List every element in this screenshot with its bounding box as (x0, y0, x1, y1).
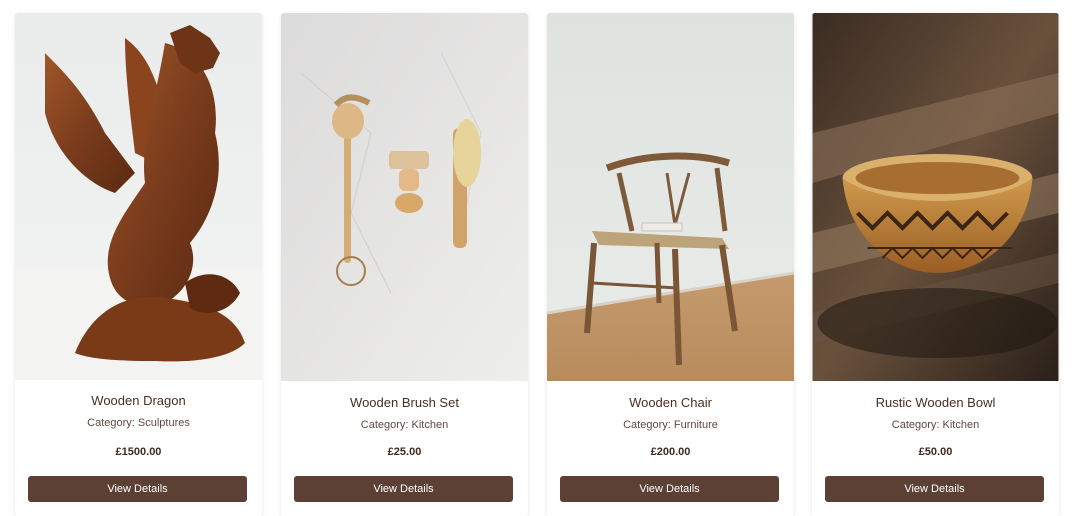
product-price: £50.00 (918, 446, 953, 458)
product-price: £200.00 (650, 446, 691, 458)
product-price: £25.00 (387, 446, 422, 458)
product-name: Wooden Chair (629, 395, 712, 410)
product-category: Category: Kitchen (360, 419, 449, 431)
product-image-wooden-brush-set[interactable] (281, 13, 528, 381)
product-image-wooden-dragon[interactable] (15, 13, 262, 380)
product-card-wooden-dragon: Wooden Dragon Category: Sculptures £1500… (15, 13, 262, 516)
view-details-button[interactable]: View Details (825, 476, 1044, 502)
product-name: Rustic Wooden Bowl (875, 395, 996, 410)
product-category: Category: Furniture (623, 419, 718, 431)
view-details-button[interactable]: View Details (294, 476, 513, 502)
product-card-wooden-chair: Wooden Chair Category: Furniture £200.00… (547, 13, 794, 516)
product-name: Wooden Dragon (91, 393, 186, 408)
product-image-rustic-wooden-bowl[interactable] (812, 13, 1059, 381)
product-grid: Wooden Dragon Category: Sculptures £1500… (0, 0, 1072, 516)
product-image-wooden-chair[interactable] (547, 13, 794, 381)
product-price: £1500.00 (115, 446, 162, 458)
view-details-button[interactable]: View Details (28, 476, 247, 502)
product-card-wooden-brush-set: Wooden Brush Set Category: Kitchen £25.0… (281, 13, 528, 516)
view-details-button[interactable]: View Details (560, 476, 779, 502)
product-category: Category: Sculptures (87, 417, 190, 429)
product-name: Wooden Brush Set (350, 395, 459, 410)
product-category: Category: Kitchen (891, 419, 980, 431)
product-card-rustic-wooden-bowl: Rustic Wooden Bowl Category: Kitchen £50… (812, 13, 1059, 516)
